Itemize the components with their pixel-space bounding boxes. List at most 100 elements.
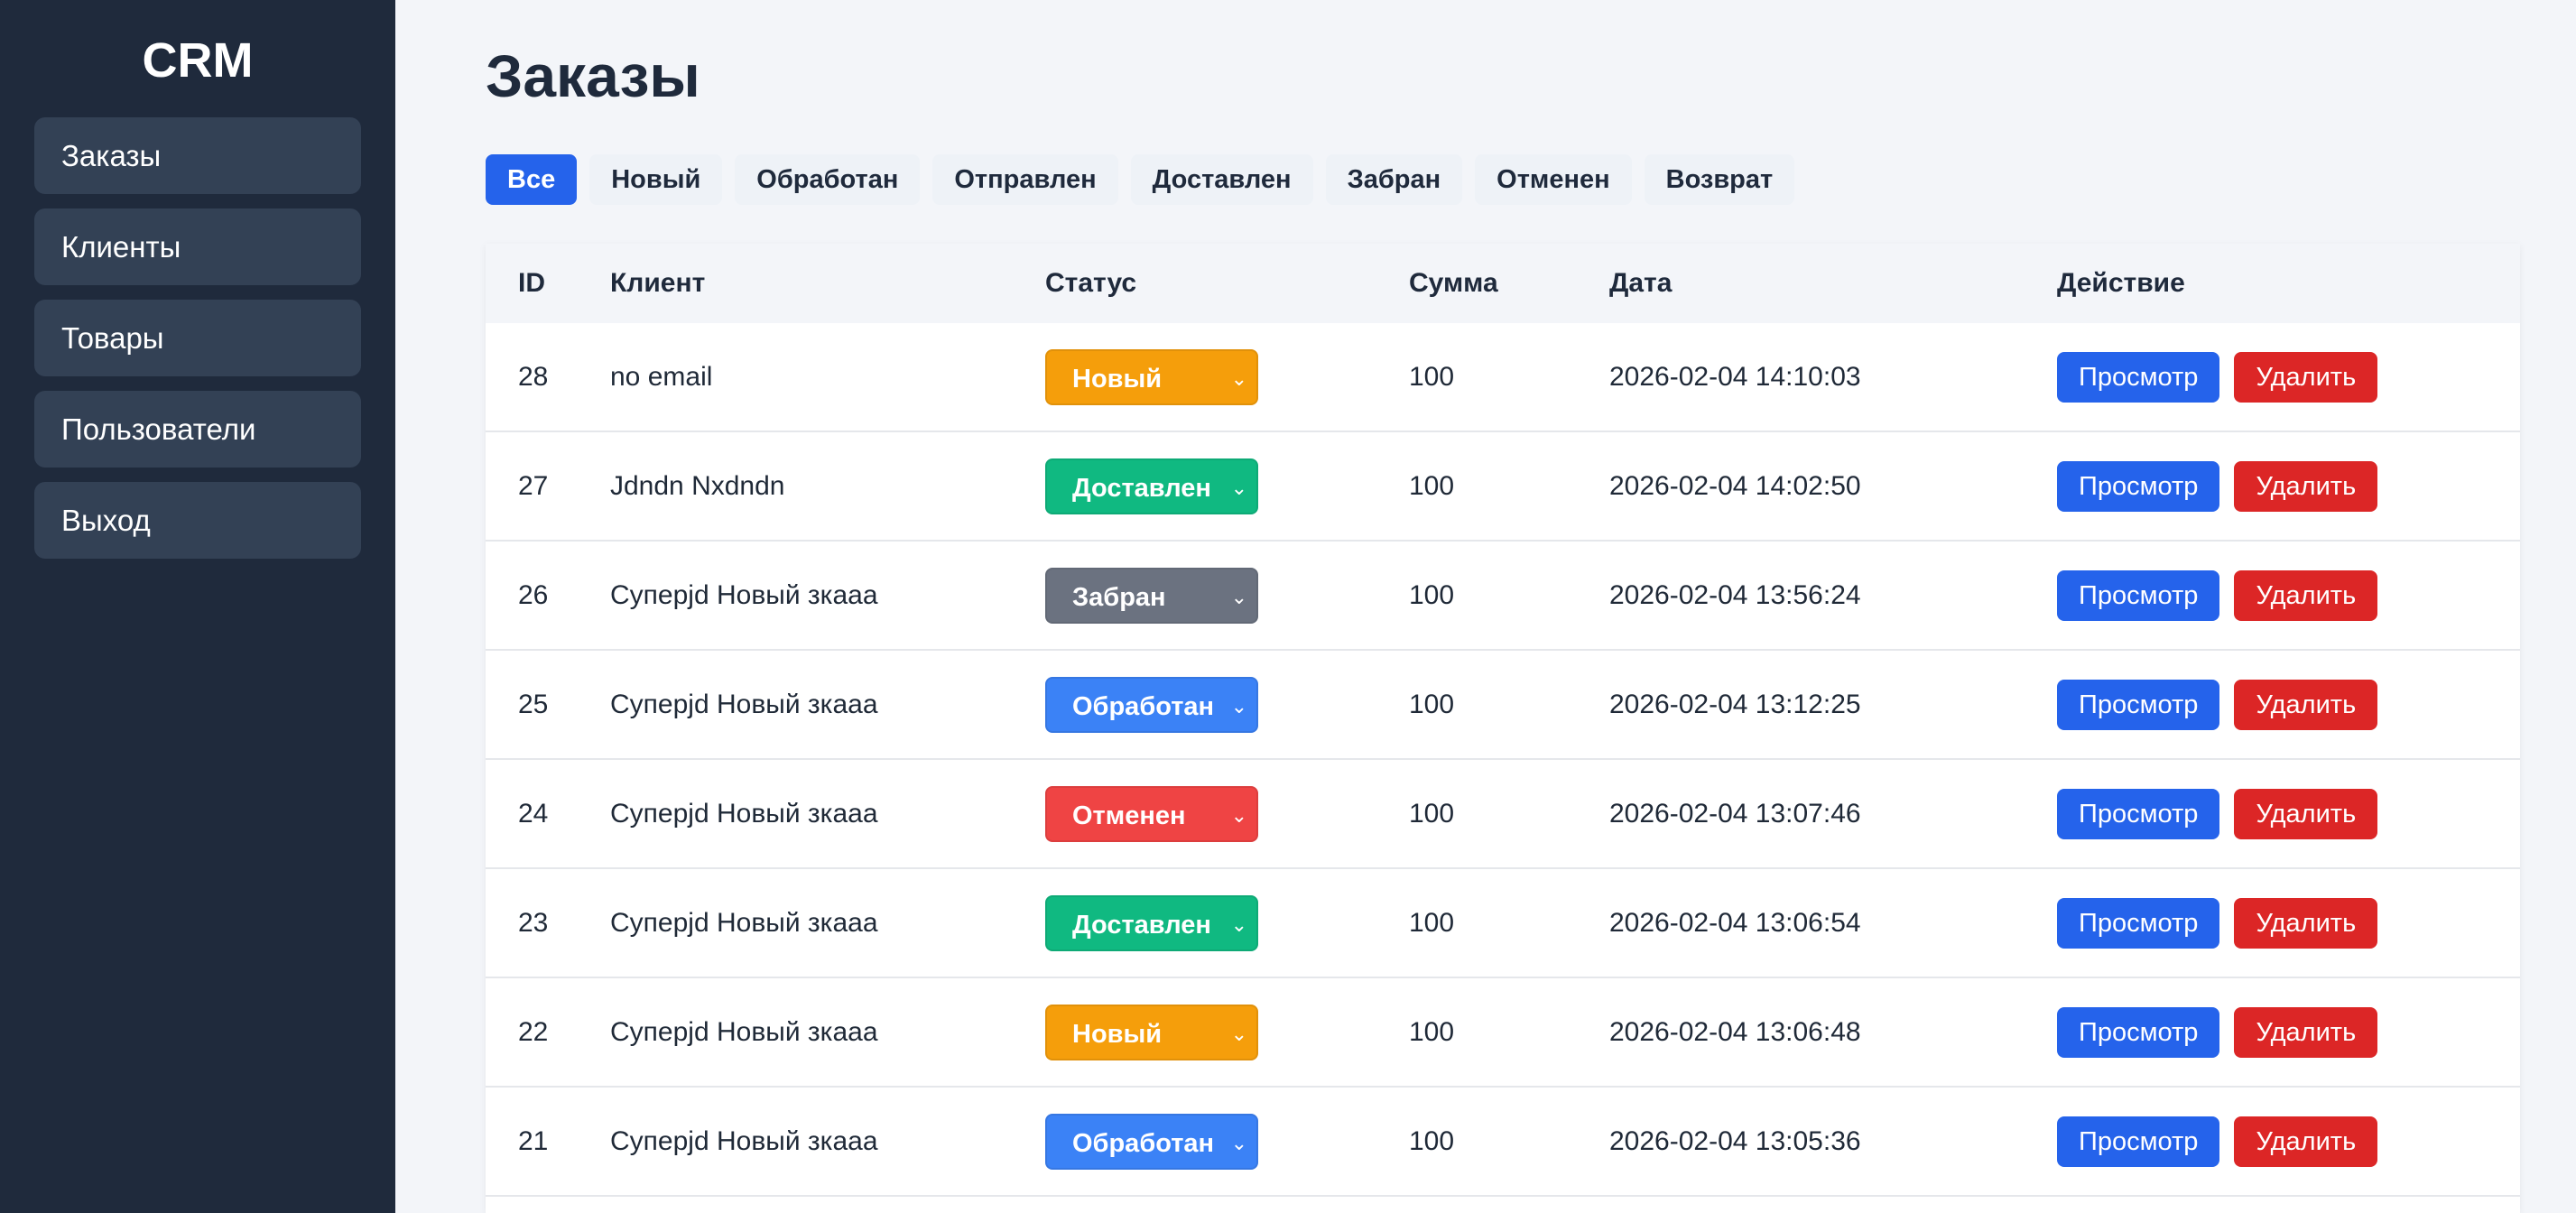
order-id: 25 xyxy=(518,689,549,719)
status-select[interactable]: Новый ⌄ xyxy=(1045,1004,1258,1060)
status-cell: Доставлен ⌄ xyxy=(1045,894,1409,951)
order-sum: 100 xyxy=(1409,1125,1455,1156)
table-row: 21 Суперjd Новый зкааа Обработан ⌄ 100 2026-0… xyxy=(486,1088,2520,1197)
delete-button[interactable]: Удалить xyxy=(2234,1116,2378,1167)
status-select[interactable]: Доставлен ⌄ xyxy=(1045,458,1258,514)
table-row: 24 Суперjd Новый зкааа Отменен ⌄ 100 2026-02-… xyxy=(486,760,2520,869)
status-filter-bar: Все Новый Обработан Отправлен Доставлен … xyxy=(486,154,1795,205)
status-select[interactable]: Обработан ⌄ xyxy=(1045,676,1258,733)
order-sum: 100 xyxy=(1409,470,1455,501)
sidebar-item-products[interactable]: Товары xyxy=(34,300,361,376)
order-client: Суперjd Новый зкааа xyxy=(610,1016,878,1047)
status-value: Доставлен xyxy=(1072,473,1211,503)
view-button[interactable]: Просмотр xyxy=(2057,1116,2220,1167)
filter-shipped[interactable]: Отправлен xyxy=(932,154,1118,205)
delete-button[interactable]: Удалить xyxy=(2234,1006,2378,1058)
page-title: Заказы xyxy=(486,42,700,109)
orders-table: ID Клиент Статус Сумма Дата Действие 28 n… xyxy=(486,244,2520,1213)
order-id: 22 xyxy=(518,1016,549,1047)
chevron-down-icon: ⌄ xyxy=(1230,912,1247,936)
order-date: 2026-02-04 13:06:48 xyxy=(1609,1016,1861,1047)
action-cell: Просмотр Удалить xyxy=(2025,1006,2520,1058)
status-select[interactable]: Обработан ⌄ xyxy=(1045,1113,1258,1170)
filter-cancelled[interactable]: Отменен xyxy=(1475,154,1632,205)
filter-all[interactable]: Все xyxy=(486,154,578,205)
order-sum: 100 xyxy=(1409,689,1455,719)
view-button[interactable]: Просмотр xyxy=(2057,460,2220,512)
main-content: Заказы Все Новый Обработан Отправлен Дос… xyxy=(395,0,2576,1213)
table-row: 26 Суперjd Новый зкааа Забран ⌄ 100 2026-02-0… xyxy=(486,542,2520,651)
action-cell: Просмотр Удалить xyxy=(2025,1116,2520,1167)
sidebar-nav: Заказы Клиенты Товары Пользователи Выход xyxy=(0,117,395,559)
order-date: 2026-02-04 13:07:46 xyxy=(1609,798,1861,829)
delete-button[interactable]: Удалить xyxy=(2234,460,2378,512)
filter-new[interactable]: Новый xyxy=(589,154,723,205)
table-row: 22 Суперjd Новый зкааа Новый ⌄ 100 2026-02-04… xyxy=(486,978,2520,1088)
order-sum: 100 xyxy=(1409,798,1455,829)
status-select[interactable]: Доставлен ⌄ xyxy=(1045,894,1258,951)
order-date: 2026-02-04 13:56:24 xyxy=(1609,579,1861,610)
table-body: 28 no email Новый ⌄ 100 2026-02-04 14:10:03 Пр… xyxy=(486,323,2520,1197)
table-header: ID Клиент Статус Сумма Дата Действие xyxy=(486,244,2520,323)
order-client: Суперjd Новый зкааа xyxy=(610,579,878,610)
sidebar-item-users[interactable]: Пользователи xyxy=(34,391,361,468)
chevron-down-icon: ⌄ xyxy=(1230,694,1247,718)
filter-picked-up[interactable]: Забран xyxy=(1325,154,1463,205)
table-row: 23 Суперjd Новый зкааа Доставлен ⌄ 100 2026-0… xyxy=(486,869,2520,978)
status-select[interactable]: Новый ⌄ xyxy=(1045,348,1258,405)
order-date: 2026-02-04 14:10:03 xyxy=(1609,361,1861,392)
order-sum: 100 xyxy=(1409,907,1455,938)
status-value: Доставлен xyxy=(1072,910,1211,940)
sidebar-item-clients[interactable]: Клиенты xyxy=(34,208,361,285)
filter-processed[interactable]: Обработан xyxy=(735,154,921,205)
chevron-down-icon: ⌄ xyxy=(1230,585,1247,608)
delete-button[interactable]: Удалить xyxy=(2234,351,2378,403)
column-header-status: Статус xyxy=(1045,268,1137,298)
status-select[interactable]: Забран ⌄ xyxy=(1045,567,1258,624)
delete-button[interactable]: Удалить xyxy=(2234,788,2378,839)
status-cell: Доставлен ⌄ xyxy=(1045,458,1409,514)
filter-delivered[interactable]: Доставлен xyxy=(1130,154,1313,205)
delete-button[interactable]: Удалить xyxy=(2234,679,2378,730)
view-button[interactable]: Просмотр xyxy=(2057,351,2220,403)
view-button[interactable]: Просмотр xyxy=(2057,679,2220,730)
delete-button[interactable]: Удалить xyxy=(2234,569,2378,621)
chevron-down-icon: ⌄ xyxy=(1230,1131,1247,1154)
view-button[interactable]: Просмотр xyxy=(2057,1006,2220,1058)
order-client: Суперjd Новый зкааа xyxy=(610,907,878,938)
sidebar-item-logout[interactable]: Выход xyxy=(34,482,361,559)
view-button[interactable]: Просмотр xyxy=(2057,897,2220,949)
order-id: 21 xyxy=(518,1125,549,1156)
order-client: Суперjd Новый зкааа xyxy=(610,689,878,719)
order-sum: 100 xyxy=(1409,579,1455,610)
column-header-date: Дата xyxy=(1609,268,1673,298)
status-cell: Новый ⌄ xyxy=(1045,1004,1409,1060)
status-cell: Отменен ⌄ xyxy=(1045,785,1409,842)
status-cell: Забран ⌄ xyxy=(1045,567,1409,624)
status-value: Обработан xyxy=(1072,1128,1215,1158)
chevron-down-icon: ⌄ xyxy=(1230,366,1247,390)
status-value: Новый xyxy=(1072,364,1163,394)
action-cell: Просмотр Удалить xyxy=(2025,460,2520,512)
column-header-id: ID xyxy=(518,268,545,298)
order-client: Суперjd Новый зкааа xyxy=(610,1125,878,1156)
status-cell: Обработан ⌄ xyxy=(1045,1113,1409,1170)
delete-button[interactable]: Удалить xyxy=(2234,897,2378,949)
chevron-down-icon: ⌄ xyxy=(1230,803,1247,827)
status-cell: Новый ⌄ xyxy=(1045,348,1409,405)
table-row: 27 Jdndn Nxdndn Доставлен ⌄ 100 2026-02-04 14… xyxy=(486,432,2520,542)
order-id: 28 xyxy=(518,361,549,392)
status-value: Новый xyxy=(1072,1019,1163,1049)
sidebar-item-orders[interactable]: Заказы xyxy=(34,117,361,194)
status-select[interactable]: Отменен ⌄ xyxy=(1045,785,1258,842)
action-cell: Просмотр Удалить xyxy=(2025,351,2520,403)
view-button[interactable]: Просмотр xyxy=(2057,569,2220,621)
table-row: 25 Суперjd Новый зкааа Обработан ⌄ 100 2026-0… xyxy=(486,651,2520,760)
order-id: 23 xyxy=(518,907,549,938)
order-date: 2026-02-04 13:05:36 xyxy=(1609,1125,1861,1156)
status-value: Отменен xyxy=(1072,801,1186,830)
filter-return[interactable]: Возврат xyxy=(1644,154,1795,205)
order-id: 24 xyxy=(518,798,549,829)
order-date: 2026-02-04 13:06:54 xyxy=(1609,907,1861,938)
view-button[interactable]: Просмотр xyxy=(2057,788,2220,839)
